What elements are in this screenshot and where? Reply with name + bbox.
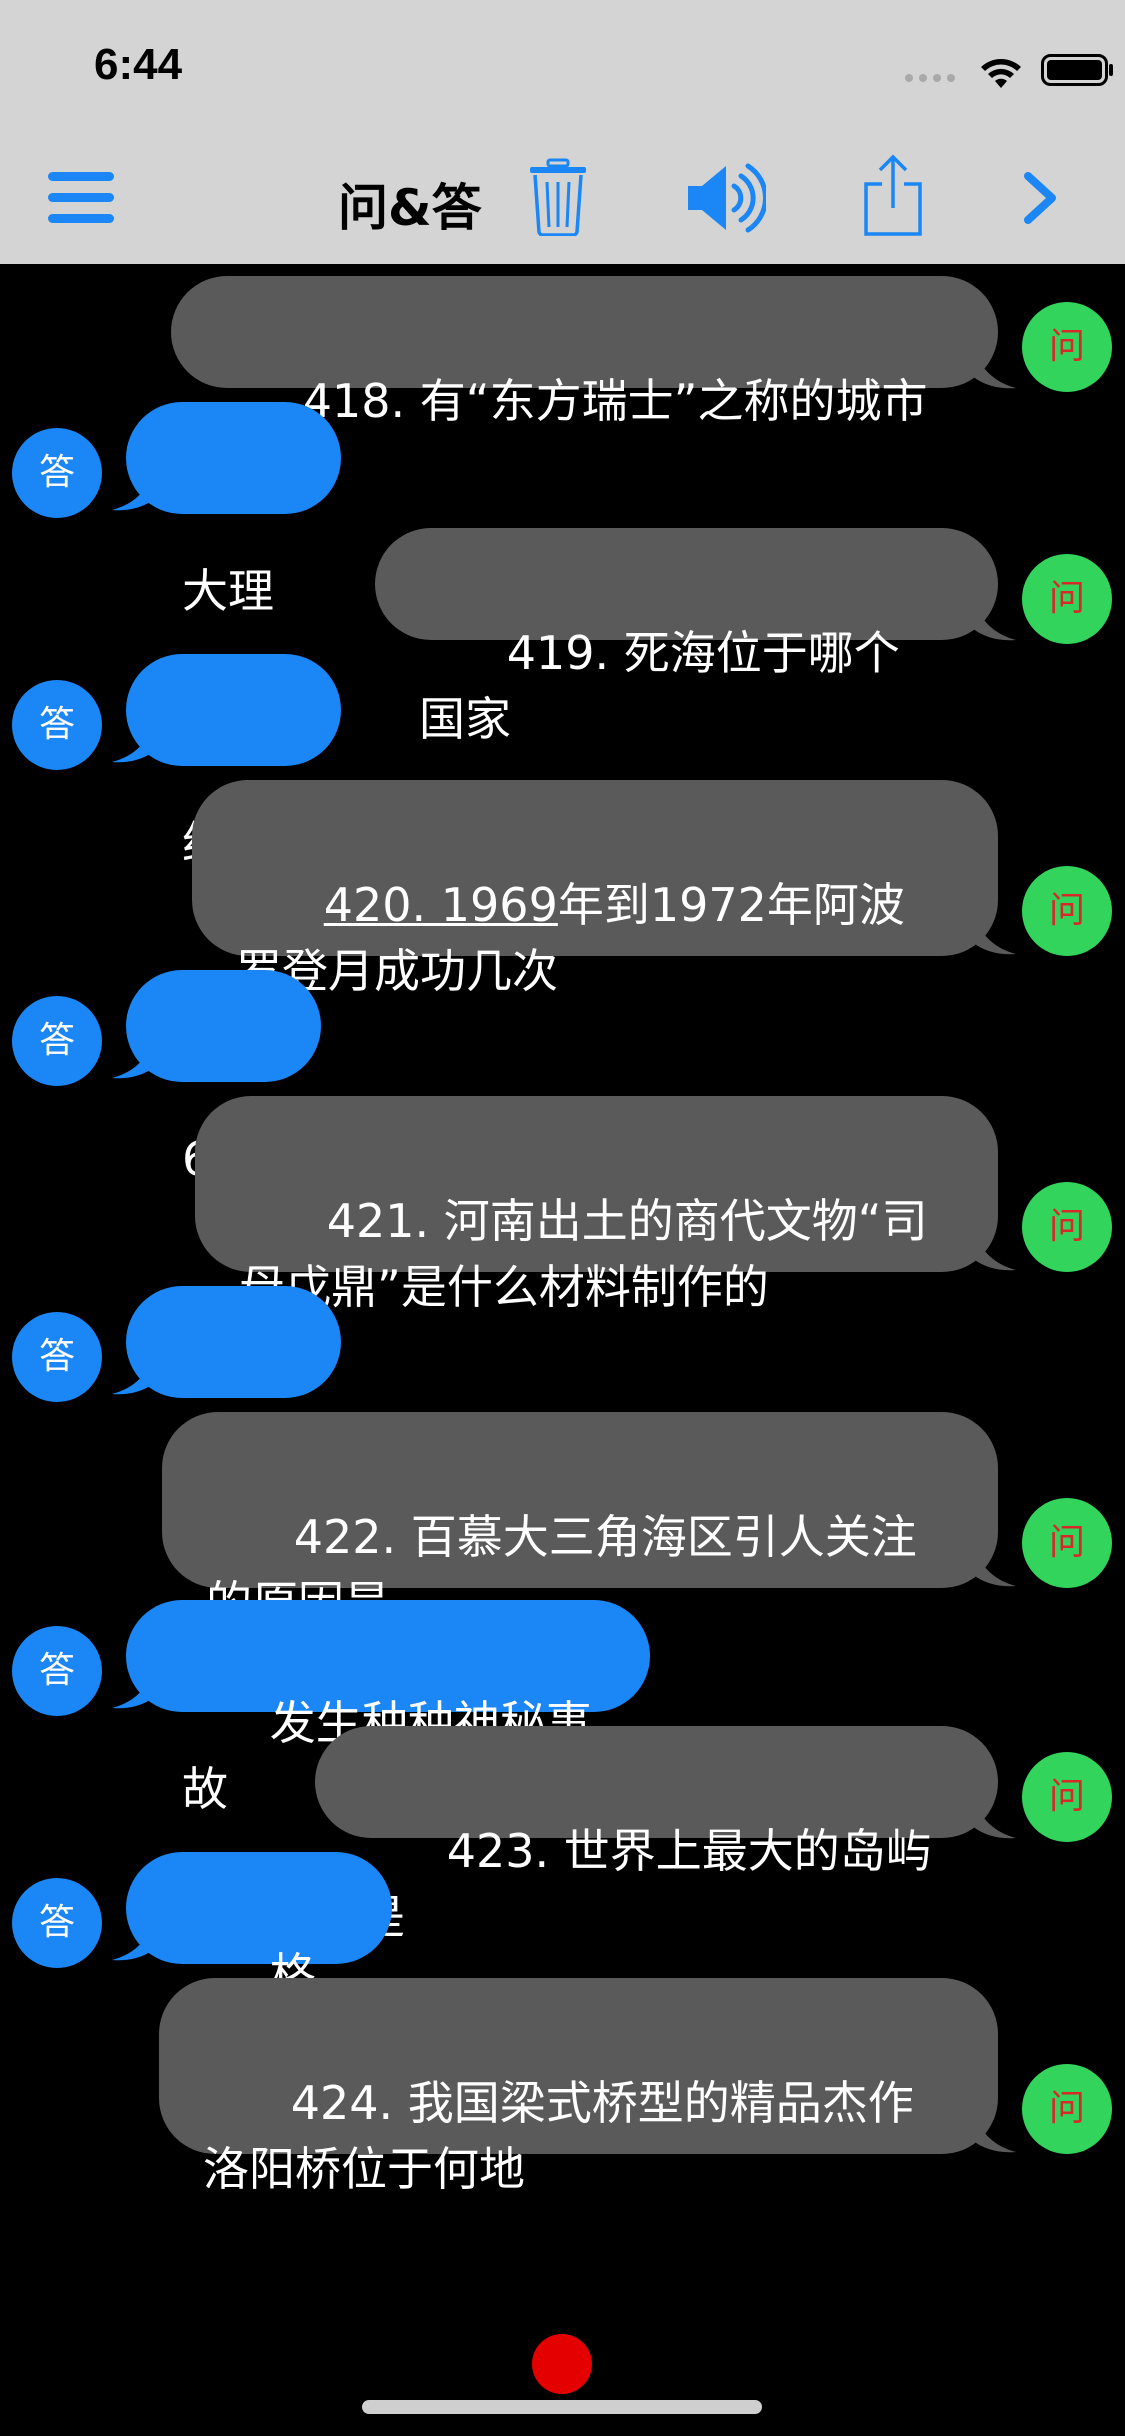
cellular-signal-icon [905,74,961,82]
question-avatar: 问 [1022,1182,1112,1272]
bubble-tail [972,1544,1016,1587]
menu-icon[interactable] [48,172,114,224]
message-text: 424. 我国梁式桥型的精品杰作洛阳桥位于何地 [203,2076,914,2196]
speaker-icon[interactable] [686,162,766,234]
bubble-tail [972,1796,1016,1839]
answer-message: 答 6次 [0,970,1125,1186]
trash-icon[interactable] [528,158,588,236]
record-button[interactable] [532,2334,592,2394]
answer-avatar: 答 [12,996,102,1086]
question-avatar: 问 [1022,2064,1112,2154]
bubble-tail [972,2110,1016,2153]
battery-icon [1041,54,1113,86]
question-bubble[interactable]: 418. 有“东方瑞士”之称的城市是 [171,276,998,494]
answer-avatar: 答 [12,428,102,518]
chevron-right-icon[interactable] [1022,172,1058,224]
answer-message: 答 青铜 [0,1286,1125,1502]
question-avatar: 问 [1022,1752,1112,1842]
question-bubble[interactable]: 422. 百慕大三角海区引人关注的原因是 [162,1412,998,1630]
share-icon[interactable] [862,154,924,238]
answer-message: 答 发生种种神秘事故 [0,1600,1125,1816]
question-bubble[interactable]: 424. 我国梁式桥型的精品杰作洛阳桥位于何地 [159,1978,998,2196]
answer-message: 答 格陵兰 [0,1852,1125,2068]
question-message: 421. 河南出土的商代文物“司母戊鼎”是什么材料制作的 问 [0,1096,1125,1314]
question-bubble[interactable]: 420. 1969年到1972年阿波罗登月成功几次 [192,780,998,998]
answer-bubble[interactable]: 大理 [126,402,341,618]
bubble-tail [972,912,1016,955]
question-avatar: 问 [1022,302,1112,392]
question-bubble[interactable]: 423. 世界上最大的岛屿是 [315,1726,998,1944]
answer-avatar: 答 [12,680,102,770]
question-message: 419. 死海位于哪个国家 问 [0,528,1125,746]
answer-bubble[interactable]: 约旦 [126,654,341,870]
answer-avatar: 答 [12,1878,102,1968]
question-message: 424. 我国梁式桥型的精品杰作洛阳桥位于何地 问 [0,1978,1125,2196]
question-avatar: 问 [1022,1498,1112,1588]
answer-message: 答 约旦 [0,654,1125,870]
question-message: 422. 百慕大三角海区引人关注的原因是 问 [0,1412,1125,1630]
question-message: 418. 有“东方瑞士”之称的城市是 问 [0,276,1125,494]
question-bubble[interactable]: 419. 死海位于哪个国家 [375,528,998,746]
page-title: 问&答 [338,179,482,237]
question-message: 420. 1969年到1972年阿波罗登月成功几次 问 [0,780,1125,998]
question-avatar: 问 [1022,866,1112,956]
answer-bubble[interactable]: 6次 [126,970,321,1186]
bubble-tail [972,598,1016,641]
bubble-tail [972,1228,1016,1271]
home-indicator [362,2400,762,2414]
bubble-tail [972,346,1016,389]
top-bar: 6:44 问&答 [0,0,1125,264]
status-time: 6:44 [94,40,183,89]
question-bubble[interactable]: 421. 河南出土的商代文物“司母戊鼎”是什么材料制作的 [195,1096,998,1314]
question-avatar: 问 [1022,554,1112,644]
wifi-icon [981,59,1021,88]
answer-bubble[interactable]: 青铜 [126,1286,341,1502]
answer-bubble[interactable]: 格陵兰 [126,1852,392,2068]
message-link[interactable]: 420. 1969 [324,878,558,932]
answer-avatar: 答 [12,1626,102,1716]
answer-bubble[interactable]: 发生种种神秘事故 [126,1600,650,1816]
question-message: 423. 世界上最大的岛屿是 问 [0,1726,1125,1944]
answer-message: 答 大理 [0,402,1125,618]
answer-avatar: 答 [12,1312,102,1402]
